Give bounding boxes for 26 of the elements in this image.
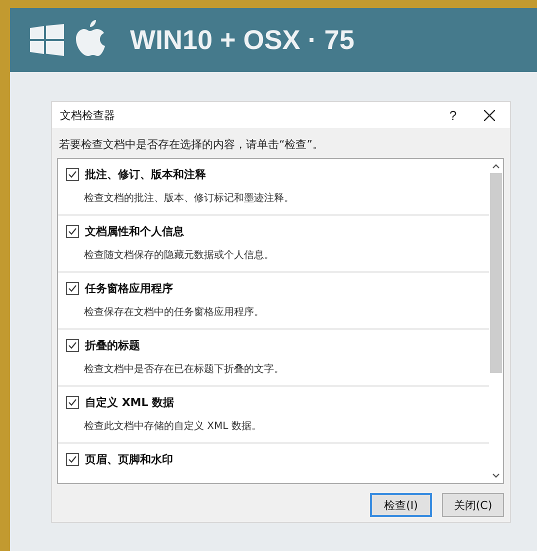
option-title: 折叠的标题 [85, 338, 140, 353]
close-icon [484, 110, 494, 120]
windows-logo-icon [30, 24, 64, 56]
dialog-title: 文档检查器 [60, 108, 116, 122]
checkbox[interactable] [66, 225, 79, 238]
checkbox[interactable] [66, 168, 79, 181]
option-title: 批注、修订、版本和注释 [85, 167, 206, 182]
option-title: 自定义 XML 数据 [85, 395, 174, 410]
instruction-text: 若要检查文档中是否存在选择的内容，请单击“检查”。 [58, 137, 324, 153]
option-description: 检查文档的批注、版本、修订标记和墨迹注释。 [84, 192, 295, 205]
option-description: 检查保存在文档中的任务窗格应用程序。 [84, 306, 265, 319]
help-button[interactable]: ? [438, 103, 468, 127]
option-description: 检查随文档保存的隐藏元数据或个人信息。 [84, 248, 275, 262]
option-title: 文档属性和个人信息 [85, 224, 184, 239]
option-title: 任务窗格应用程序 [85, 281, 173, 296]
page-title: WIN10 + OSX · 75 [130, 24, 354, 56]
close-dialog-button[interactable]: 关闭(C) [442, 493, 504, 517]
checkbox[interactable] [66, 339, 79, 352]
option-description: 检查文档中是否存在已在标题下折叠的文字。 [84, 362, 285, 376]
option-title: 页眉、页脚和水印 [85, 452, 173, 467]
option-description: 检查此文档中存储的自定义 XML 数据。 [84, 420, 262, 433]
scroll-thumb[interactable] [490, 173, 502, 373]
checkbox[interactable] [66, 453, 79, 466]
inspect-button[interactable]: 检查(I) [370, 493, 432, 517]
checkbox[interactable] [66, 396, 79, 409]
checkbox[interactable] [66, 282, 79, 295]
